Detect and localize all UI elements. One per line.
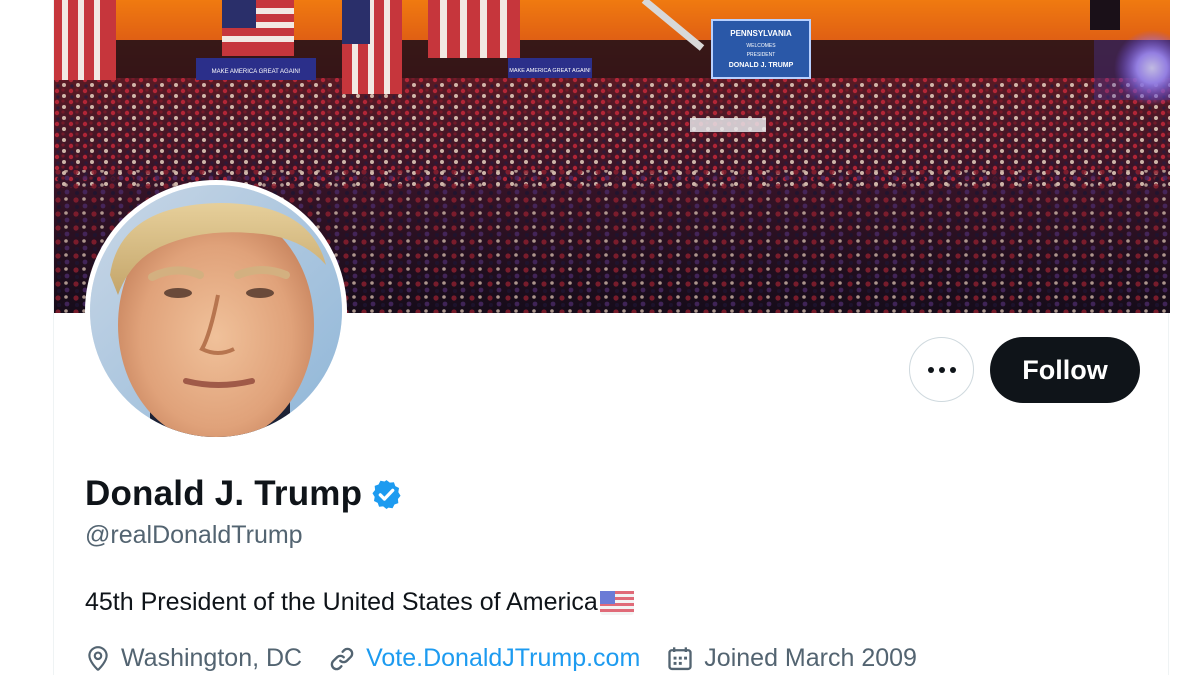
location-pin-icon <box>88 645 108 671</box>
stage-screen-line-3: PRESIDENT <box>747 52 776 58</box>
verified-badge-icon[interactable] <box>370 478 403 511</box>
profile-website[interactable]: Vote.DonaldJTrump.com <box>328 644 640 673</box>
profile-name-row: Donald J. Trump <box>85 474 403 514</box>
joined-text: Joined March 2009 <box>704 644 917 672</box>
profile-meta-row: Washington, DC Vote.DonaldJTrump.com Joi… <box>85 644 943 673</box>
follow-button-label: Follow <box>1022 354 1108 385</box>
location-text: Washington, DC <box>121 644 303 672</box>
link-icon <box>330 647 354 670</box>
banner-sign-mid-text: MAKE AMERICA GREAT AGAIN! <box>509 68 591 74</box>
more-options-button[interactable] <box>909 337 974 402</box>
website-link[interactable]: Vote.DonaldJTrump.com <box>366 644 640 673</box>
display-name: Donald J. Trump <box>85 474 363 513</box>
stage-screen-line-2: WELCOMES <box>746 43 776 49</box>
ellipsis-icon <box>927 366 956 373</box>
stage-screen-line-4: DONALD J. TRUMP <box>729 62 794 69</box>
follow-button[interactable]: Follow <box>990 337 1140 403</box>
bio-text: 45th President of the United States of A… <box>85 588 598 616</box>
profile-avatar[interactable] <box>85 180 347 442</box>
calendar-icon <box>668 646 692 670</box>
profile-handle: @realDonaldTrump <box>85 521 303 549</box>
profile-location: Washington, DC <box>85 644 302 673</box>
profile-bio: 45th President of the United States of A… <box>85 588 634 617</box>
profile-page: MAKE AMERICA GREAT AGAIN! MAKE AMERICA G… <box>53 0 1170 675</box>
avatar-photo <box>90 185 342 437</box>
profile-joined: Joined March 2009 <box>666 644 917 673</box>
stage-screen-line-1: PENNSYLVANIA <box>730 29 792 38</box>
banner-sign-left-text: MAKE AMERICA GREAT AGAIN! <box>212 69 301 75</box>
us-flag-emoji-icon <box>599 590 634 615</box>
